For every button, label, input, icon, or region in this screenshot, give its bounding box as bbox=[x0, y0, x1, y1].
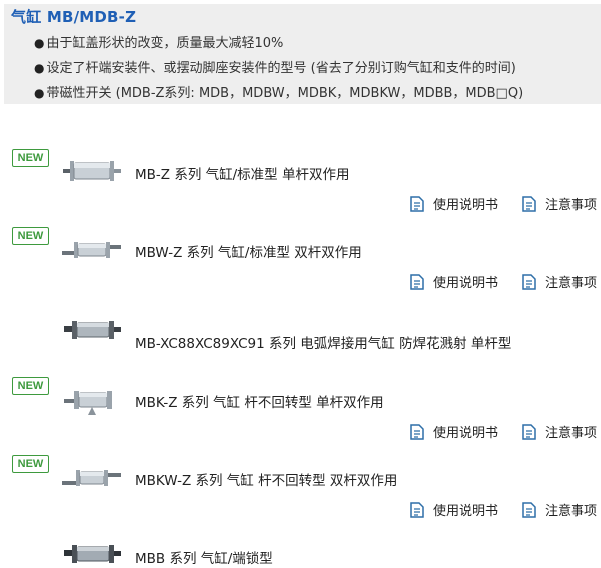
new-badge: NEW bbox=[12, 377, 49, 395]
feature-text: 由于缸盖形状的改变，质量最大减轻10% bbox=[46, 36, 284, 51]
manual-link[interactable]: 使用说明书 bbox=[410, 194, 498, 213]
new-badge: NEW bbox=[12, 149, 49, 167]
caution-link-label: 注意事项 bbox=[545, 276, 598, 291]
feature-text: 设定了杆端安装件、或摆动脚座安装件的型号 (省去了分别订购气缸和支件的时间) bbox=[46, 61, 516, 76]
bullet-icon: ● bbox=[34, 86, 45, 100]
feature-item: ● 设定了杆端安装件、或摆动脚座安装件的型号 (省去了分别订购气缸和支件的时间) bbox=[34, 57, 516, 76]
new-badge: NEW bbox=[12, 227, 49, 245]
bullet-icon: ● bbox=[34, 36, 45, 50]
product-image-cylinder[interactable] bbox=[62, 459, 122, 495]
caution-link-label: 注意事项 bbox=[545, 198, 598, 213]
document-icon bbox=[522, 424, 536, 440]
document-icon bbox=[522, 196, 536, 212]
caution-link[interactable]: 注意事项 bbox=[522, 422, 597, 441]
manual-link[interactable]: 使用说明书 bbox=[410, 422, 498, 441]
feature-item: ● 由于缸盖形状的改变，质量最大减轻10% bbox=[34, 32, 283, 51]
bullet-icon: ● bbox=[34, 61, 45, 75]
manual-link[interactable]: 使用说明书 bbox=[410, 272, 498, 291]
product-link[interactable]: MB-Z 系列 气缸/标准型 单杆双作用 bbox=[135, 163, 349, 183]
new-badge: NEW bbox=[12, 455, 49, 473]
caution-link-label: 注意事项 bbox=[545, 426, 598, 441]
document-icon bbox=[522, 502, 536, 518]
manual-link-label: 使用说明书 bbox=[433, 504, 499, 519]
manual-link[interactable]: 使用说明书 bbox=[410, 500, 498, 519]
caution-link[interactable]: 注意事项 bbox=[522, 500, 597, 519]
document-icon bbox=[522, 274, 536, 290]
product-link[interactable]: MBK-Z 系列 气缸 杆不回转型 单杆双作用 bbox=[135, 391, 384, 411]
document-icon bbox=[410, 502, 424, 518]
product-image-cylinder[interactable] bbox=[62, 153, 122, 189]
product-link[interactable]: MBKW-Z 系列 气缸 杆不回转型 双杆双作用 bbox=[135, 469, 397, 489]
feature-text: 带磁性开关 (MDB-Z系列: MDB，MDBW，MDBK，MDBKW，MDBB… bbox=[46, 86, 524, 101]
product-image-cylinder[interactable] bbox=[62, 536, 122, 568]
caution-link-label: 注意事项 bbox=[545, 504, 598, 519]
manual-link-label: 使用说明书 bbox=[433, 426, 499, 441]
product-link[interactable]: MBW-Z 系列 气缸/标准型 双杆双作用 bbox=[135, 241, 362, 261]
product-image-cylinder[interactable] bbox=[62, 312, 122, 348]
product-image-cylinder[interactable] bbox=[62, 231, 122, 267]
feature-item: ● 带磁性开关 (MDB-Z系列: MDB，MDBW，MDBK，MDBKW，MDB… bbox=[34, 82, 523, 101]
product-link[interactable]: MB-XC88XC89XC91 系列 电弧焊接用气缸 防焊花溅射 单杆型 bbox=[135, 332, 511, 352]
product-image-cylinder[interactable] bbox=[62, 381, 122, 417]
manual-link-label: 使用说明书 bbox=[433, 276, 499, 291]
page-title: 气缸 MB/MDB-Z bbox=[11, 8, 137, 26]
manual-link-label: 使用说明书 bbox=[433, 198, 499, 213]
product-link[interactable]: MBB 系列 气缸/端锁型 bbox=[135, 547, 273, 567]
document-icon bbox=[410, 196, 424, 212]
caution-link[interactable]: 注意事项 bbox=[522, 194, 597, 213]
caution-link[interactable]: 注意事项 bbox=[522, 272, 597, 291]
document-icon bbox=[410, 424, 424, 440]
document-icon bbox=[410, 274, 424, 290]
